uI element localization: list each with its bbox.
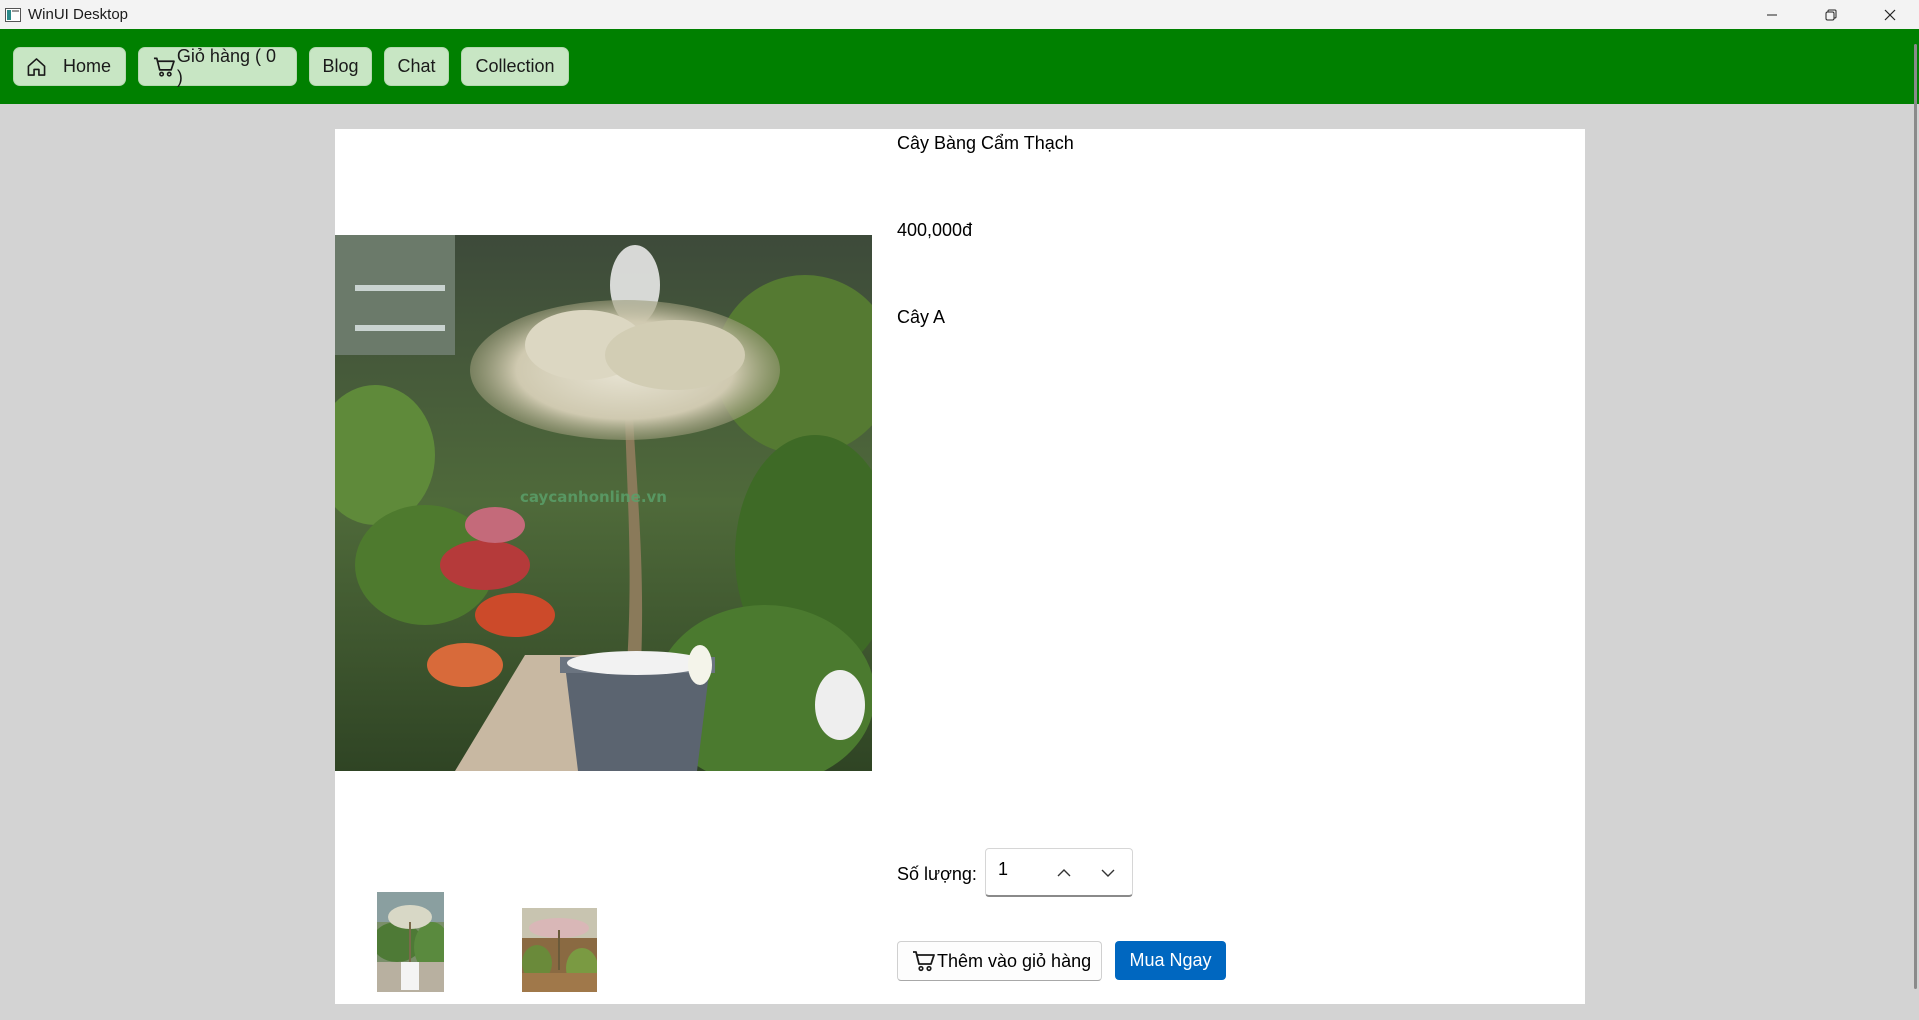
image-watermark: caycanhonline.vn: [520, 488, 667, 506]
home-button[interactable]: Home: [13, 47, 126, 86]
cart-nav-button[interactable]: Giỏ hàng ( 0 ): [138, 45, 297, 87]
product-price: 400,000đ: [897, 220, 973, 240]
home-label: Home: [62, 56, 111, 76]
vertical-scrollbar[interactable]: [1911, 44, 1919, 989]
close-icon: [1884, 9, 1895, 20]
chat-button[interactable]: Chat: [384, 47, 449, 86]
window-title: WinUI Desktop: [28, 6, 129, 23]
chevron-up-icon: [1057, 869, 1071, 877]
quantity-decrease-button[interactable]: [1096, 863, 1120, 883]
cart-nav-label: Giỏ hàng ( 0 ): [176, 45, 276, 87]
product-name: Cây Bàng Cẩm Thạch: [897, 133, 1074, 153]
product-main-image: caycanhonline.vn: [335, 235, 872, 771]
quantity-increase-button[interactable]: [1052, 863, 1076, 883]
restore-icon: [1825, 9, 1836, 20]
cart-icon: [913, 951, 935, 972]
add-to-cart-label: Thêm vào giỏ hàng: [937, 950, 1092, 971]
quantity-value[interactable]: 1: [998, 859, 1008, 880]
scrollbar-thumb[interactable]: [1914, 44, 1917, 989]
product-description: Cây A: [897, 307, 946, 327]
chevron-down-icon: [1101, 869, 1115, 877]
product-card: caycanhonline.vn Cây Bàng Cẩm Thạch 400,…: [335, 129, 1585, 1004]
cart-icon: [153, 57, 175, 77]
top-navbar: Home Giỏ hàng ( 0 ) Blog Chat Collection: [0, 29, 1919, 104]
collection-label: Collection: [475, 56, 555, 76]
product-thumbnail-2[interactable]: [522, 908, 597, 992]
minimize-icon: [1766, 14, 1777, 15]
title-bar: WinUI Desktop: [0, 0, 1919, 29]
home-icon: [27, 57, 46, 76]
collection-button[interactable]: Collection: [461, 47, 569, 86]
blog-label: Blog: [322, 56, 359, 76]
chat-label: Chat: [397, 56, 436, 76]
close-button[interactable]: [1860, 0, 1919, 29]
product-thumbnail-1[interactable]: [377, 892, 444, 992]
blog-button[interactable]: Blog: [309, 47, 372, 86]
buy-now-button[interactable]: Mua Ngay: [1115, 941, 1226, 980]
restore-button[interactable]: [1801, 0, 1860, 29]
app-icon: [4, 7, 22, 23]
window-controls: [1742, 0, 1919, 29]
quantity-stepper[interactable]: 1: [985, 848, 1133, 897]
add-to-cart-button[interactable]: Thêm vào giỏ hàng: [897, 941, 1102, 981]
quantity-label: Số lượng:: [897, 864, 977, 884]
buy-now-label: Mua Ngay: [1129, 950, 1212, 970]
minimize-button[interactable]: [1742, 0, 1801, 29]
